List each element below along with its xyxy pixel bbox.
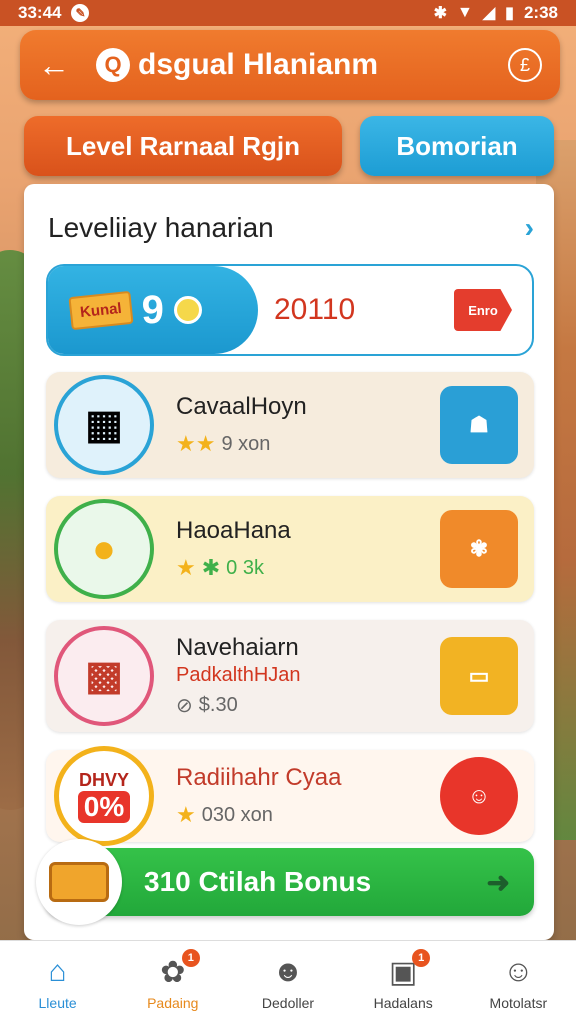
level-button[interactable]: Level Rarnaal Rgjn	[24, 116, 342, 176]
main-card: Leveliiay hanarian › Kunal 9 20110 Enro …	[24, 184, 554, 940]
nav-item-home[interactable]: ⌂ Lleute	[3, 955, 113, 1011]
app-logo-icon: Q	[96, 48, 130, 82]
bluetooth-icon: ✱	[433, 5, 447, 22]
nav-label: Motolatsr	[489, 994, 548, 1011]
item-meta: ★ 030 xon	[176, 802, 440, 828]
featured-number: 9	[141, 287, 164, 332]
cash-register-icon: ▩	[85, 654, 123, 698]
backpack-icon: ☗	[440, 386, 518, 464]
chat-icon: ☻	[272, 954, 304, 988]
featured-banner[interactable]: Kunal 9 20110 Enro	[46, 264, 534, 356]
list-item[interactable]: ▩ Navehaiarn PadkalthHJan ⊘ $.30 ▭	[46, 620, 534, 732]
leaf-icon: ✱	[201, 555, 221, 580]
nav-label: Padaing	[147, 994, 199, 1011]
star-icon: ★★	[176, 431, 216, 456]
status-left: 33:44 ✎	[18, 3, 90, 23]
list-item[interactable]: DHVY 0% Radiihahr Cyaa ★ 030 xon ☺	[46, 746, 534, 846]
back-arrow-icon[interactable]: ←	[38, 47, 78, 84]
laptop-icon: ▭	[440, 637, 518, 715]
status-time-left: 33:44	[18, 3, 62, 22]
bonus-icon-wrap	[36, 839, 122, 925]
coin-icon: ●	[91, 526, 117, 571]
box-icon	[49, 862, 109, 902]
item-meta-text: 9 xon	[221, 432, 271, 455]
signal-icon: ◢	[482, 5, 496, 22]
star-icon: ★	[176, 802, 196, 827]
bonus-label: 310 Ctilah Bonus	[144, 866, 372, 897]
item-meta: ★ ✱ 0 3k	[176, 555, 440, 581]
user-icon: ☺	[503, 954, 534, 988]
status-right: ✱ ▼ ◢ ▮ 2:38	[434, 3, 558, 23]
featured-left: Kunal 9	[48, 266, 258, 354]
nav-item-hadalans[interactable]: ▣ 1 Hadalans	[348, 948, 458, 1011]
item-info: CavaalHoyn ★★ 9 xon	[176, 393, 440, 457]
status-bar: 33:44 ✎ ✱ ▼ ◢ ▮ 2:38	[0, 0, 576, 26]
discount-avatar: DHVY 0%	[54, 746, 154, 846]
featured-tag: Kunal	[68, 290, 134, 330]
notification-badge: 1	[181, 948, 200, 967]
item-name: Navehaiarn	[176, 634, 299, 661]
status-time-right: 2:38	[523, 3, 558, 22]
item-subtitle: PadkalthHJan	[176, 664, 301, 686]
section-title: Leveliiay hanarian	[48, 212, 274, 243]
item-info: Radiihahr Cyaa ★ 030 xon	[176, 764, 440, 828]
home-icon: ⌂	[48, 954, 67, 988]
item-info: HaoaHana ★ ✱ 0 3k	[176, 517, 440, 581]
discount-badge-top: DHVY	[78, 769, 129, 790]
item-meta: ⊘ $.30	[176, 693, 440, 718]
ticket-icon[interactable]: Enro	[454, 289, 512, 331]
item-meta-text: $.30	[198, 694, 238, 716]
nav-item-padaing[interactable]: ✿ 1 Padaing	[118, 948, 228, 1011]
nav-item-motolatsr[interactable]: ☺ Motolatsr	[463, 955, 573, 1011]
item-meta: ★★ 9 xon	[176, 431, 440, 457]
app-header: ← Q dsgual Hlanianm £	[20, 30, 560, 100]
list-item[interactable]: ● HaoaHana ★ ✱ 0 3k ✾	[46, 496, 534, 602]
page-title: dsgual Hlanianm	[138, 48, 379, 81]
list-item[interactable]: ▦ CavaalHoyn ★★ 9 xon ☗	[46, 372, 534, 478]
chevron-right-icon[interactable]: ›	[525, 212, 534, 244]
machine-avatar: ▩	[54, 626, 154, 726]
item-meta-text: 030 xon	[201, 803, 273, 826]
item-info: Navehaiarn PadkalthHJan ⊘ $.30	[176, 634, 440, 718]
item-name: HaoaHana	[176, 517, 291, 544]
item-meta-text: 0 3k	[226, 556, 264, 579]
discount-badge-bottom: 0%	[77, 790, 131, 823]
section-header[interactable]: Leveliiay hanarian ›	[48, 212, 534, 244]
currency-icon[interactable]: £	[508, 48, 542, 82]
item-name: Radiihahr Cyaa	[176, 764, 342, 791]
nav-label: Lleute	[38, 994, 77, 1011]
gift-bag-icon: ✾	[440, 510, 518, 588]
featured-value: 20110	[274, 293, 356, 326]
student-desk-icon: ▦	[85, 403, 123, 447]
wifi-icon: ▼	[457, 4, 473, 21]
battery-icon: ▮	[505, 5, 514, 22]
clock-icon: ⊘	[176, 695, 193, 717]
compass-icon: ✎	[71, 4, 90, 22]
menu-avatar: ●	[54, 499, 154, 599]
teacher-avatar: ▦	[54, 375, 154, 475]
sun-icon	[173, 296, 202, 324]
arrow-right-icon: ➜	[486, 866, 510, 898]
item-name: CavaalHoyn	[176, 393, 307, 420]
bottom-nav: ⌂ Lleute ✿ 1 Padaing ☻ Dedoller ▣ 1 Hada…	[0, 940, 576, 1024]
bomorian-button[interactable]: Bomorian	[360, 116, 554, 176]
smiley-flower-icon: ☺	[440, 757, 518, 835]
notification-badge: 1	[412, 948, 431, 967]
star-icon: ★	[176, 555, 196, 580]
nav-label: Hadalans	[373, 994, 433, 1011]
bonus-button[interactable]: 310 Ctilah Bonus ➜	[36, 839, 534, 925]
nav-item-dedoller[interactable]: ☻ Dedoller	[233, 955, 343, 1011]
nav-label: Dedoller	[261, 994, 315, 1011]
